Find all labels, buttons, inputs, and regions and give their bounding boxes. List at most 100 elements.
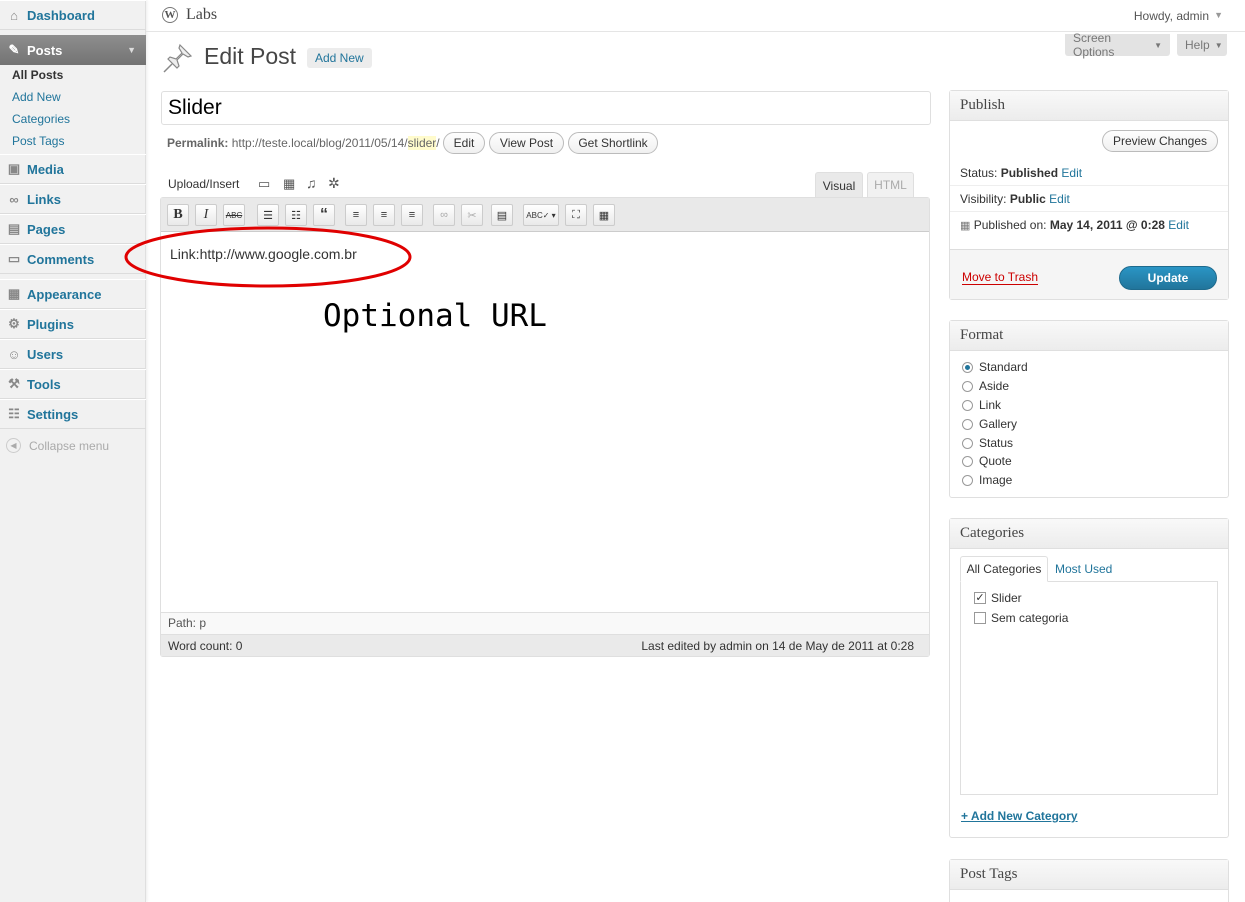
last-edited: Last edited by admin on 14 de May de 201… (641, 639, 914, 653)
publish-actions: Move to Trash Update (950, 249, 1228, 299)
format-label-aside: Aside (979, 379, 1010, 393)
chevron-down-icon: ▼ (1214, 40, 1223, 50)
pages-icon: ▤ (7, 221, 21, 236)
format-radio-standard[interactable] (962, 362, 973, 373)
category-label-sem-categoria: Sem categoria (991, 611, 1069, 625)
format-radio-status[interactable] (962, 438, 973, 449)
media-icon: ▣ (7, 161, 21, 176)
top-bar: W Labs Howdy, admin ▼ (146, 0, 1245, 32)
add-image-icon[interactable]: ▭ (258, 176, 270, 192)
numbered-list-icon[interactable]: ☷ (285, 204, 307, 226)
site-title[interactable]: Labs (186, 6, 217, 24)
add-video-icon[interactable]: ▦ (283, 176, 295, 192)
users-icon: ☺ (7, 346, 21, 362)
align-right-icon[interactable]: ≡ (401, 204, 423, 226)
admin-sidebar: ⌂ Dashboard ✎ Posts ▼ All Posts Add New Cat… (0, 0, 146, 902)
bullet-list-icon[interactable]: ☰ (257, 204, 279, 226)
word-count: Word count: 0 (168, 639, 243, 653)
calendar-icon: ▦ (960, 220, 971, 232)
menu-settings[interactable]: ☷ Settings (0, 399, 146, 429)
edit-permalink-button[interactable]: Edit (443, 132, 485, 154)
tab-most-used[interactable]: Most Used (1055, 562, 1112, 576)
chevron-down-icon: ▼ (127, 45, 136, 55)
menu-users[interactable]: ☺ Users (0, 339, 146, 369)
tab-all-categories[interactable]: All Categories (960, 556, 1048, 582)
pushpin-icon: ✎ (8, 42, 20, 57)
categories-heading: Categories (950, 519, 1228, 549)
submenu-post-tags[interactable]: Post Tags (12, 134, 64, 148)
italic-icon[interactable]: I (195, 204, 217, 226)
tools-icon: ⚒ (8, 376, 20, 391)
chevron-down-icon: ▼ (1154, 40, 1162, 50)
category-checkbox-sem-categoria[interactable] (974, 612, 986, 624)
visibility-row: Visibility: Public Edit (960, 192, 1070, 206)
visibility-edit-link[interactable]: Edit (1049, 192, 1070, 206)
view-post-button[interactable]: View Post (489, 132, 564, 154)
help-button[interactable]: Help ▼ (1177, 34, 1227, 56)
post-tags-heading: Post Tags (950, 860, 1228, 890)
screen-options-button[interactable]: Screen Options ▼ (1065, 31, 1170, 59)
link-icon: ∞ (9, 191, 19, 207)
collapse-arrow-icon: ◀ (6, 438, 21, 453)
format-label-link: Link (979, 398, 1002, 412)
menu-tools[interactable]: ⚒ Tools (0, 369, 146, 399)
tab-visual[interactable]: Visual (815, 172, 863, 198)
fullscreen-icon[interactable]: ⛶ (565, 204, 587, 226)
permalink-label: Permalink: (167, 136, 229, 150)
menu-plugins[interactable]: ⚙ Plugins (0, 309, 146, 339)
editor-status-bar: Word count: 0 Last edited by admin on 14… (161, 634, 929, 656)
format-radio-gallery[interactable] (962, 419, 973, 430)
wordpress-logo-icon[interactable]: W (162, 7, 178, 23)
permalink-slug[interactable]: slider (407, 136, 437, 150)
comments-icon: ▭ (7, 251, 21, 266)
menu-links[interactable]: ∞ Links (0, 184, 146, 214)
collapse-menu[interactable]: ◀ Collapse menu (6, 438, 109, 453)
category-checkbox-slider[interactable]: ✓ (974, 592, 986, 604)
format-radio-link[interactable] (962, 400, 973, 411)
unlink-icon[interactable]: ✂ (461, 204, 483, 226)
submenu-all-posts[interactable]: All Posts (12, 68, 63, 82)
format-box: Format Standard Aside Link Gallery Statu… (949, 320, 1229, 498)
align-left-icon[interactable]: ≡ (345, 204, 367, 226)
add-new-category-link[interactable]: + Add New Category (961, 809, 1078, 823)
menu-media[interactable]: ▣ Media (0, 154, 146, 184)
add-audio-icon[interactable]: ♫ (306, 175, 317, 191)
status-edit-link[interactable]: Edit (1061, 166, 1082, 180)
format-radio-image[interactable] (962, 475, 973, 486)
dashboard-icon: ⌂ (10, 7, 18, 23)
chevron-down-icon[interactable]: ▼ (1214, 10, 1223, 20)
preview-changes-button[interactable]: Preview Changes (1102, 130, 1218, 152)
post-title-input[interactable]: Slider (161, 91, 931, 125)
category-label-slider: Slider (991, 591, 1022, 605)
move-to-trash-link[interactable]: Move to Trash (962, 270, 1039, 285)
align-center-icon[interactable]: ≡ (373, 204, 395, 226)
insert-more-icon[interactable]: ▤ (491, 204, 513, 226)
spellcheck-icon[interactable]: ABC✓ ▾ (523, 204, 559, 226)
bold-icon[interactable]: B (167, 204, 189, 226)
kitchen-sink-icon[interactable]: ▦ (593, 204, 615, 226)
editor-path: Path: p (161, 612, 929, 634)
categories-box: Categories All Categories Most Used ✓ Sli… (949, 518, 1229, 838)
submenu-add-new[interactable]: Add New (12, 90, 61, 104)
add-media-icon[interactable]: ✲ (328, 175, 340, 192)
strikethrough-icon[interactable]: ABC (223, 204, 245, 226)
format-label-image: Image (979, 473, 1013, 487)
published-edit-link[interactable]: Edit (1168, 218, 1189, 232)
blockquote-icon[interactable]: “ (313, 204, 335, 226)
submenu-categories[interactable]: Categories (12, 112, 70, 126)
published-on-row: ▦ Published on: May 14, 2011 @ 0:28 Edit (960, 218, 1189, 232)
settings-icon: ☷ (8, 406, 20, 421)
howdy-user[interactable]: Howdy, admin (1134, 9, 1209, 23)
update-button[interactable]: Update (1119, 266, 1217, 290)
format-heading: Format (950, 321, 1228, 351)
format-radio-aside[interactable] (962, 381, 973, 392)
tab-html[interactable]: HTML (867, 172, 914, 197)
add-new-post-button[interactable]: Add New (307, 48, 372, 68)
edit-post-pushpin-icon (163, 43, 193, 73)
menu-dashboard[interactable]: ⌂ Dashboard (0, 0, 146, 30)
page-title: Edit Post (204, 43, 297, 69)
get-shortlink-button[interactable]: Get Shortlink (568, 132, 658, 154)
insert-link-icon[interactable]: ∞ (433, 204, 455, 226)
menu-posts[interactable]: ✎ Posts ▼ (0, 35, 146, 65)
format-radio-quote[interactable] (962, 456, 973, 467)
